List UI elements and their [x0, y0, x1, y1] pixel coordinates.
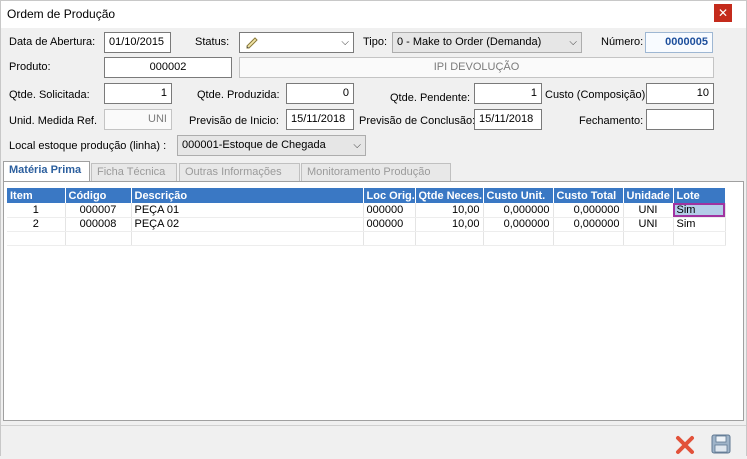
tipo-label: Tipo: [363, 36, 388, 48]
column-header[interactable]: Unidade [623, 188, 674, 203]
qtde-pendente-field[interactable]: 1 [474, 83, 542, 104]
data-abertura-field[interactable]: 01/10/2015 [104, 32, 171, 53]
previsao-conclusao-label: Previsão de Conclusão: [359, 115, 476, 127]
cell-item[interactable]: 2 [7, 217, 66, 232]
column-header[interactable]: Descrição [131, 188, 364, 203]
window-title: Ordem de Produção [7, 7, 116, 21]
title-bar: Ordem de Produção ✕ [1, 1, 746, 28]
grid-header-row: Item Código Descrição Loc Orig. Qtde Nec… [7, 188, 726, 203]
qtde-solicitada-field[interactable]: 1 [104, 83, 172, 104]
tab-ficha-tecnica[interactable]: Ficha Técnica [91, 163, 177, 182]
local-estoque-label: Local estoque produção (linha) : [9, 140, 167, 152]
cell-item[interactable]: 1 [7, 203, 66, 218]
produto-code-field[interactable]: 000002 [104, 57, 232, 78]
qtde-pendente-label: Qtde. Pendente: [390, 92, 471, 104]
cell-unidade[interactable]: UNI [623, 217, 674, 232]
column-header[interactable]: Custo Total [553, 188, 624, 203]
cell-qtde-neces[interactable]: 10,00 [415, 217, 484, 232]
column-header[interactable]: Lote [673, 188, 726, 203]
table-row[interactable]: 2 000008 PEÇA 02 000000 10,00 0,000000 0… [7, 217, 726, 232]
cell-qtde-neces[interactable]: 10,00 [415, 203, 484, 218]
materia-prima-panel: Item Código Descrição Loc Orig. Qtde Nec… [3, 181, 744, 421]
cell-unidade[interactable]: UNI [623, 203, 674, 218]
tipo-value: 0 - Make to Order (Demanda) [397, 36, 542, 48]
fechamento-label: Fechamento: [579, 115, 644, 127]
cell-custo-total[interactable]: 0,000000 [553, 217, 624, 232]
previsao-inicio-label: Previsão de Inicio: [189, 115, 279, 127]
custo-field[interactable]: 10 [646, 83, 714, 104]
qtde-produzida-field[interactable]: 0 [286, 83, 354, 104]
cell-descricao[interactable]: PEÇA 02 [131, 217, 364, 232]
unid-medida-label: Unid. Medida Ref. [9, 115, 98, 127]
pencil-icon [244, 35, 260, 52]
cell-custo-unit[interactable]: 0,000000 [483, 203, 554, 218]
table-row-empty[interactable] [7, 231, 726, 246]
unid-medida-field: UNI [104, 109, 172, 130]
fechamento-field[interactable] [646, 109, 714, 130]
tab-materia-prima[interactable]: Matéria Prima [3, 161, 90, 182]
produto-label: Produto: [9, 61, 51, 73]
materia-prima-grid: Item Código Descrição Loc Orig. Qtde Nec… [7, 188, 726, 246]
qtde-produzida-label: Qtde. Produzida: [197, 89, 280, 101]
table-row[interactable]: 1 000007 PEÇA 01 000000 10,00 0,000000 0… [7, 203, 726, 218]
status-select[interactable]: ⌵ [239, 32, 354, 53]
cell-descricao[interactable]: PEÇA 01 [131, 203, 364, 218]
qtde-solicitada-label: Qtde. Solicitada: [9, 89, 90, 101]
cell-codigo[interactable]: 000008 [65, 217, 132, 232]
cancel-x-icon[interactable] [674, 434, 698, 458]
previsao-conclusao-field[interactable]: 15/11/2018 [474, 109, 542, 130]
cell-lote-selected[interactable]: Sim [673, 203, 726, 218]
column-header[interactable]: Loc Orig. [363, 188, 416, 203]
cell-custo-total[interactable]: 0,000000 [553, 203, 624, 218]
produto-description-field: IPI DEVOLUÇÃO [239, 57, 714, 78]
chevron-down-icon: ⌵ [353, 140, 361, 151]
cell-custo-unit[interactable]: 0,000000 [483, 217, 554, 232]
cell-loc-orig[interactable]: 000000 [363, 217, 416, 232]
tab-monitoramento-producao[interactable]: Monitoramento Produção [301, 163, 451, 182]
tipo-select[interactable]: 0 - Make to Order (Demanda) ⌵ [392, 32, 582, 53]
column-header[interactable]: Qtde Neces. [415, 188, 484, 203]
chevron-down-icon: ⌵ [341, 37, 349, 48]
local-estoque-select[interactable]: 000001-Estoque de Chegada ⌵ [177, 135, 366, 156]
production-order-window: Ordem de Produção ✕ Data de Abertura: 01… [0, 0, 747, 456]
status-label: Status: [195, 36, 230, 48]
chevron-down-icon: ⌵ [569, 37, 577, 48]
column-header[interactable]: Código [65, 188, 132, 203]
cell-lote[interactable]: Sim [673, 217, 726, 232]
tab-outras-informacoes[interactable]: Outras Informações [179, 163, 300, 182]
cell-loc-orig[interactable]: 000000 [363, 203, 416, 218]
numero-field[interactable]: 0000005 [645, 32, 713, 53]
action-bar [1, 425, 746, 456]
custo-label: Custo (Composição): [545, 89, 649, 101]
data-abertura-label: Data de Abertura: [9, 36, 96, 48]
close-button[interactable]: ✕ [714, 4, 732, 22]
numero-label: Número: [601, 36, 644, 48]
floppy-disk-icon[interactable] [710, 433, 734, 457]
column-header[interactable]: Custo Unit. [483, 188, 554, 203]
local-estoque-value: 000001-Estoque de Chegada [182, 139, 326, 151]
previsao-inicio-field[interactable]: 15/11/2018 [286, 109, 354, 130]
cell-codigo[interactable]: 000007 [65, 203, 132, 218]
column-header[interactable]: Item [7, 188, 66, 203]
